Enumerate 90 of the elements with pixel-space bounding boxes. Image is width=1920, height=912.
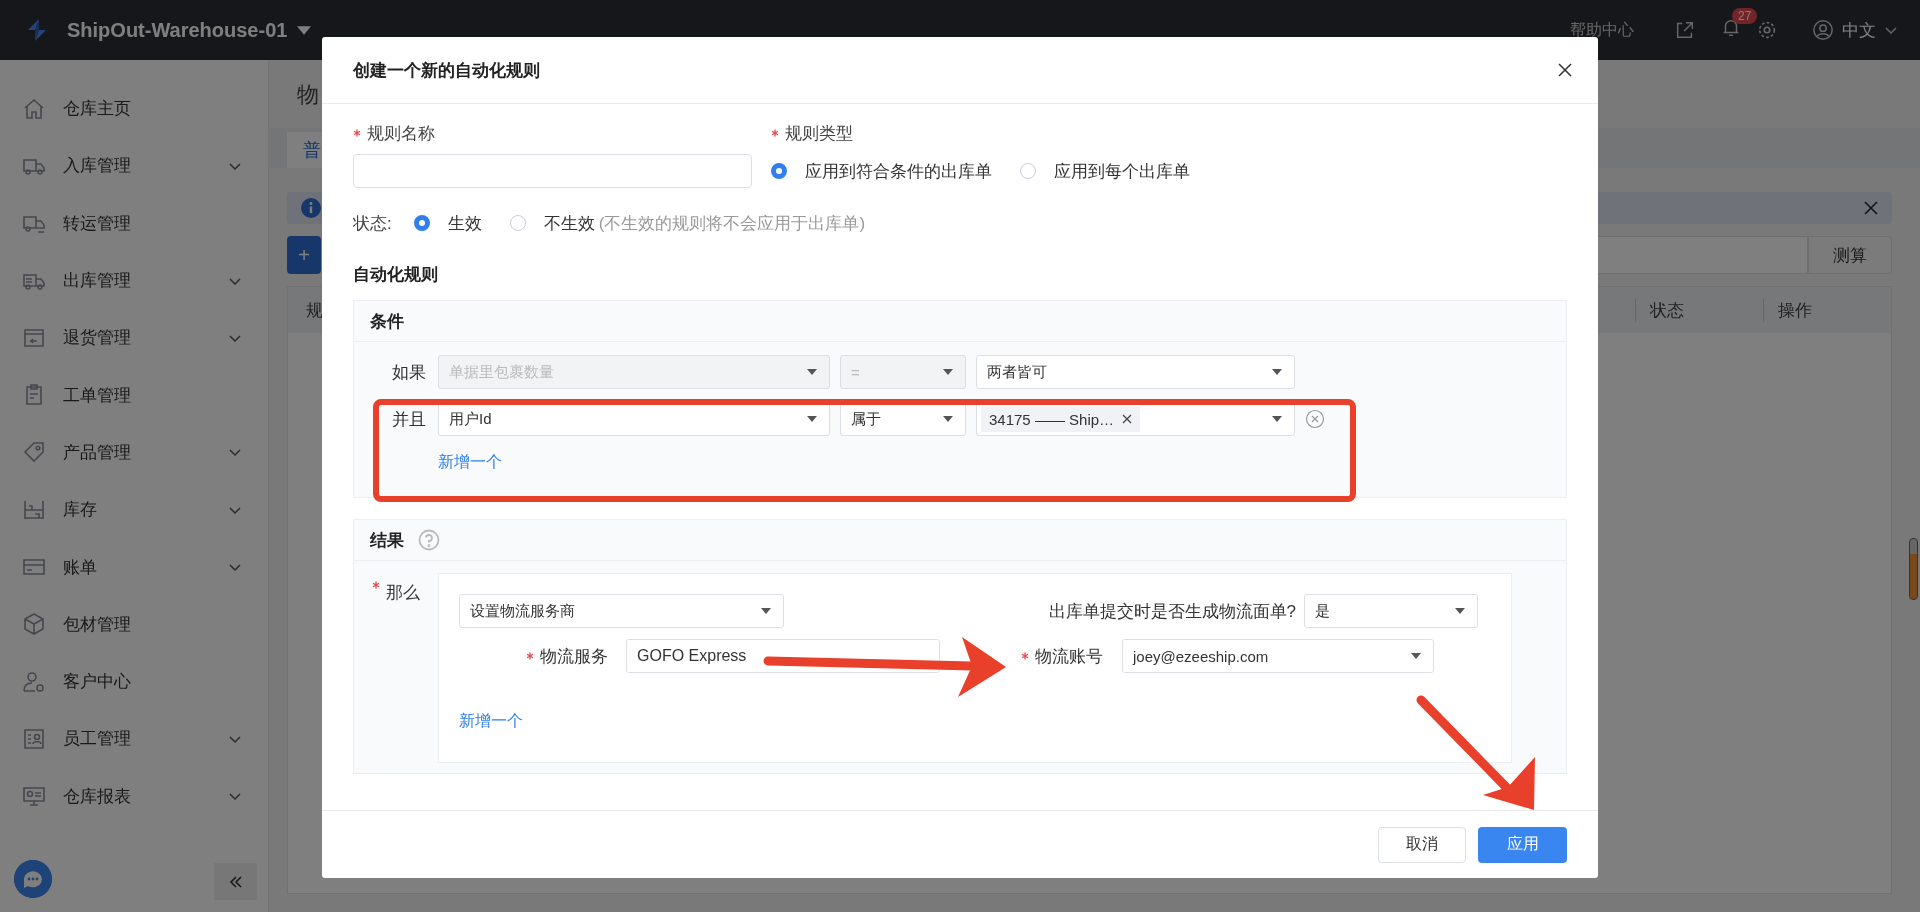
required-mark-icon [771, 129, 779, 137]
scrollbar[interactable] [1909, 538, 1918, 600]
sidebar-item[interactable]: 退货管理 [0, 309, 268, 367]
remove-icon[interactable] [1122, 414, 1133, 424]
field-label: 那么 [386, 582, 420, 604]
field-label: 规则类型 [785, 122, 853, 145]
add-condition-link[interactable]: 新增一个 [438, 452, 502, 473]
generate-label-select[interactable]: 是 [1304, 594, 1478, 628]
warehouse-name[interactable]: ShipOut-Warehouse-01 [67, 18, 288, 42]
condition-connector: 如果 [391, 361, 426, 384]
caret-icon [1272, 416, 1282, 422]
sidebar-item[interactable]: 账单 [0, 538, 268, 596]
caret-icon [1455, 608, 1465, 614]
service-field[interactable]: GOFO Express [626, 639, 940, 673]
sidebar-item[interactable]: 产品管理 [0, 423, 268, 482]
presentation-icon [22, 784, 46, 809]
settings-icon[interactable] [1756, 19, 1778, 41]
id-card-icon [22, 726, 46, 751]
help-icon[interactable] [418, 529, 440, 551]
rule-name-field[interactable] [353, 154, 752, 188]
sidebar-item[interactable]: 客户中心 [0, 652, 268, 711]
field-label: 规则名称 [367, 122, 435, 145]
user-gear-icon [22, 669, 46, 694]
field-label: 物流服务 [540, 645, 608, 668]
value-select[interactable]: 两者皆可 [976, 355, 1295, 389]
required-mark-icon [353, 129, 361, 137]
field-label: 物流账号 [1035, 645, 1103, 668]
action-select[interactable]: 设置物流服务商 [459, 594, 784, 628]
caret-icon [943, 416, 953, 422]
apply-button[interactable]: 应用 [1478, 826, 1567, 863]
radio-icon[interactable] [509, 215, 526, 231]
sidebar-item[interactable]: 包材管理 [0, 595, 268, 653]
column-header: 状态 [1650, 300, 1684, 320]
condition-connector: 并且 [391, 408, 426, 431]
radio-option[interactable]: 应用到符合条件的出库单 [771, 159, 992, 183]
hint-text: (不生效的规则将不会应用于出库单) [598, 212, 866, 235]
column-header: 操作 [1778, 300, 1812, 320]
add-result-link[interactable]: 新增一个 [459, 711, 523, 732]
field-label: 出库单提交时是否生成物流面单? [1048, 600, 1296, 623]
collapse-button[interactable] [214, 863, 257, 900]
required-mark-icon [526, 652, 534, 660]
radio-icon[interactable] [413, 215, 430, 231]
sidebar-item[interactable]: 转运管理 [0, 194, 268, 252]
tag-icon [22, 440, 46, 465]
radio-option[interactable]: 应用到每个出库单 [1020, 159, 1190, 183]
caret-icon[interactable] [297, 25, 312, 35]
calculate-button[interactable]: 测算 [1808, 236, 1892, 274]
selected-tag: 34175 —— Ship… [981, 406, 1141, 432]
required-mark-icon [372, 581, 380, 589]
user-icon[interactable] [1812, 19, 1834, 41]
caret-icon [807, 369, 817, 375]
cube-icon [22, 612, 46, 637]
remove-circle-icon[interactable] [1305, 409, 1325, 429]
column-header: 规 [306, 300, 323, 320]
chat-icon[interactable] [14, 860, 52, 898]
caret-icon [807, 416, 817, 422]
share-icon[interactable] [1674, 19, 1696, 41]
radio-icon[interactable] [1020, 163, 1036, 179]
sidebar-item[interactable]: 工单管理 [0, 366, 268, 424]
cancel-button[interactable]: 取消 [1378, 826, 1466, 863]
close-icon[interactable] [1558, 63, 1572, 77]
panel-title: 结果 [370, 529, 404, 552]
double-chevron-left-icon [227, 874, 244, 889]
account-select[interactable]: joey@ezeeship.com [1122, 639, 1434, 673]
required-mark-icon [1021, 652, 1029, 660]
section-title: 自动化规则 [353, 264, 439, 286]
radio-label: 生效 [447, 212, 482, 235]
notification-badge: 27 [1732, 8, 1758, 24]
home-icon [22, 96, 46, 121]
radio-label: 应用到符合条件的出库单 [805, 160, 992, 183]
panel-title: 条件 [370, 310, 404, 333]
sidebar-item[interactable]: 员工管理 [0, 710, 268, 768]
sidebar-item[interactable]: 仓库主页 [0, 80, 268, 138]
sidebar-item[interactable]: 出库管理 [0, 251, 268, 310]
sidebar-item[interactable]: 仓库报表 [0, 767, 268, 825]
caret-icon [761, 608, 771, 614]
caret-icon [1411, 653, 1421, 659]
radio-icon[interactable] [771, 163, 787, 179]
radio-label: 不生效 [543, 212, 595, 235]
sidebar-item[interactable]: 入库管理 [0, 137, 268, 195]
language-menu[interactable]: 中文 [1842, 18, 1876, 42]
page-title: 物 [297, 82, 319, 107]
radio-label: 应用到每个出库单 [1054, 160, 1190, 183]
help-link[interactable]: 帮助中心 [1570, 19, 1634, 41]
caret-icon [1272, 369, 1282, 375]
field-label: 状态: [353, 212, 392, 234]
dialog-title: 创建一个新的自动化规则 [353, 59, 540, 82]
add-button[interactable]: + [287, 236, 321, 274]
sidebar-item[interactable]: 库存 [0, 481, 268, 539]
caret-icon [943, 369, 953, 375]
